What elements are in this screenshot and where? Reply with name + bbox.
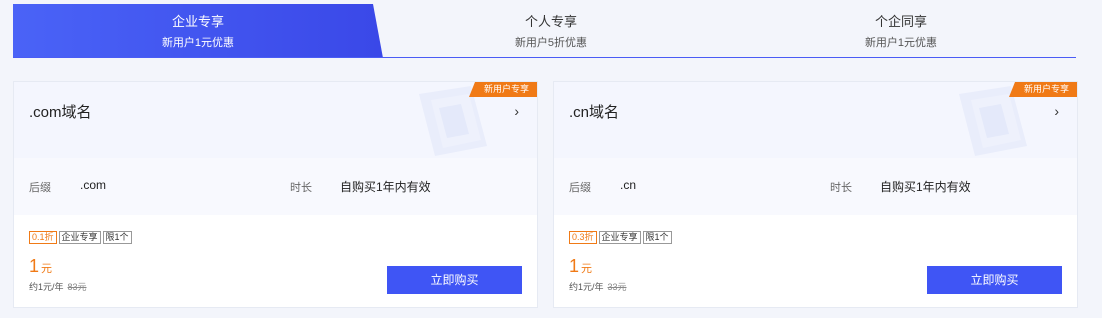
tab-personal-subtitle: 新用户5折优惠: [514, 37, 588, 49]
tab-enterprise-subtitle: 新用户1元优惠: [161, 37, 235, 49]
chevron-right-icon[interactable]: ›: [1054, 103, 1059, 119]
domain-card-com: .com域名 › 新用户专享 后缀 .com 时长 自购买1年内有效 0.1折企…: [13, 81, 538, 308]
suffix-value: .com: [80, 178, 107, 192]
tab-personal-title: 个人专享: [524, 14, 577, 29]
price: 1元: [569, 256, 592, 277]
suffix-label: 后缀: [569, 182, 591, 194]
card-tags: 0.3折 企业专享 限1个: [569, 231, 674, 245]
buy-button[interactable]: 立即购买: [387, 266, 522, 294]
card-header[interactable]: .cn域名 ›: [554, 82, 1077, 158]
price-value: 1: [569, 256, 580, 276]
promo-tabs: 企业专享 新用户1元优惠 个人专享 新用户5折优惠 个企同享 新用户1元优惠: [13, 4, 1076, 58]
price-unit: 元: [581, 263, 593, 275]
price: 1元: [29, 256, 52, 277]
original-price: 33元: [607, 282, 627, 292]
domain-name: .cn域名: [569, 104, 620, 121]
tab-shared-subtitle: 新用户1元优惠: [864, 37, 938, 49]
price-detail: 约1元/年 33元: [569, 280, 627, 293]
ribbon-label: 新用户专享: [1023, 84, 1069, 94]
limit-tag: 限1个: [102, 231, 132, 244]
enterprise-tag: 企业专享: [598, 231, 641, 244]
duration-label: 时长: [830, 182, 852, 194]
new-user-ribbon: 新用户专享: [1009, 82, 1077, 97]
per-year-price: 约1元/年: [569, 282, 604, 292]
duration-value: 自购买1年内有效: [340, 180, 431, 194]
chevron-right-icon[interactable]: ›: [514, 103, 519, 119]
tab-shared[interactable]: 个企同享 新用户1元优惠: [821, 4, 981, 58]
duration-value: 自购买1年内有效: [880, 180, 971, 194]
discount-tag: 0.1折: [29, 231, 57, 244]
card-tags: 0.1折 企业专享 限1个: [29, 231, 134, 245]
tab-enterprise-title: 企业专享: [171, 14, 224, 29]
enterprise-tag: 企业专享: [58, 231, 101, 244]
price-detail: 约1元/年 83元: [29, 280, 87, 293]
tab-personal[interactable]: 个人专享 新用户5折优惠: [471, 4, 631, 58]
discount-tag: 0.3折: [569, 231, 597, 244]
price-unit: 元: [41, 263, 53, 275]
suffix-value: .cn: [620, 178, 637, 192]
original-price: 83元: [67, 282, 87, 292]
suffix-label: 后缀: [29, 182, 51, 194]
price-value: 1: [29, 256, 40, 276]
domain-name: .com域名: [29, 104, 92, 121]
tab-enterprise[interactable]: 企业专享 新用户1元优惠: [13, 4, 383, 58]
card-specs: 后缀 .cn 时长 自购买1年内有效: [554, 158, 1077, 215]
buy-button[interactable]: 立即购买: [927, 266, 1062, 294]
card-header[interactable]: .com域名 ›: [14, 82, 537, 158]
limit-tag: 限1个: [642, 231, 672, 244]
tabs-divider: [13, 57, 1076, 58]
duration-label: 时长: [290, 182, 312, 194]
card-specs: 后缀 .com 时长 自购买1年内有效: [14, 158, 537, 215]
domain-card-cn: .cn域名 › 新用户专享 后缀 .cn 时长 自购买1年内有效 0.3折 企业专…: [553, 81, 1078, 308]
tab-shared-title: 个企同享: [874, 14, 927, 29]
ribbon-label: 新用户专享: [483, 84, 529, 94]
new-user-ribbon: 新用户专享: [469, 82, 537, 97]
per-year-price: 约1元/年: [29, 282, 64, 292]
